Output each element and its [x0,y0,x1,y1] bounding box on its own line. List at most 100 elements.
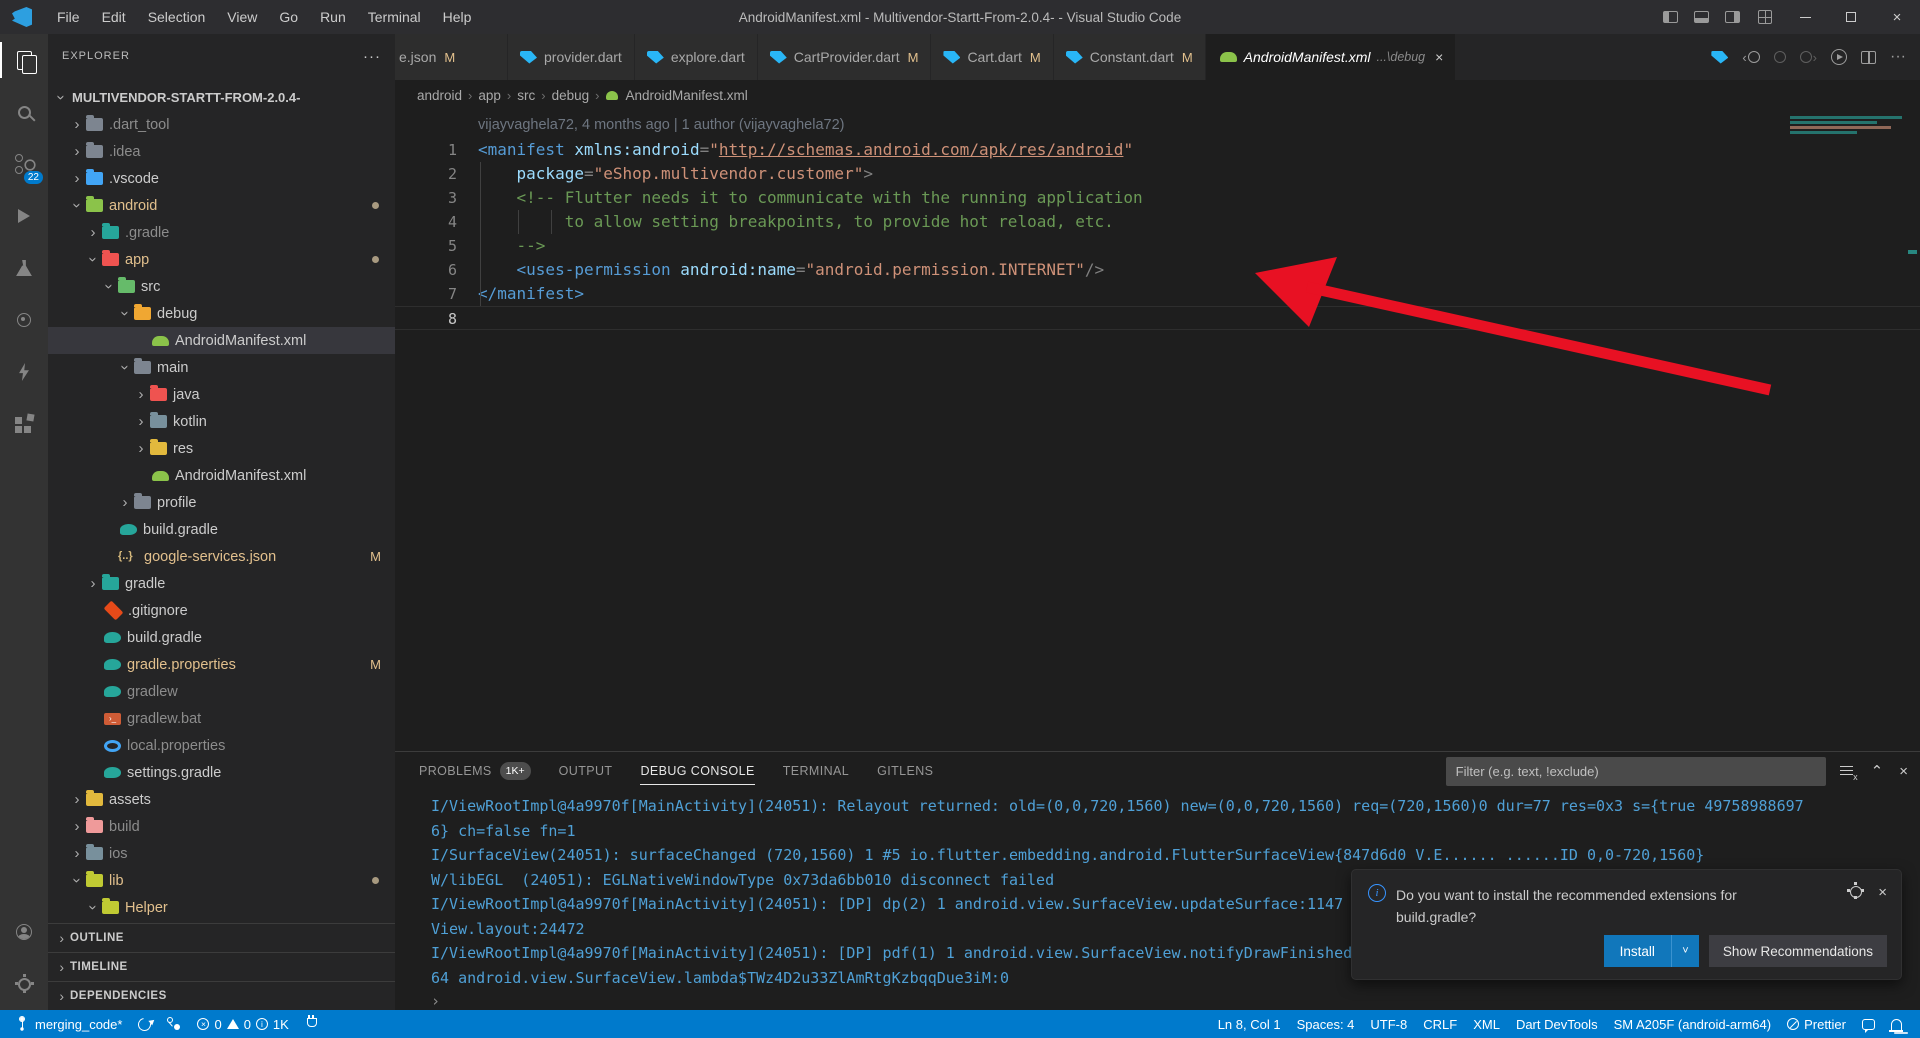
tab-explore.dart[interactable]: explore.dart [635,34,758,80]
git-branch-item[interactable]: merging_code* [10,1010,130,1038]
panel-tab-debug-console[interactable]: DEBUG CONSOLE [640,752,754,790]
tab-AndroidManifest.xml[interactable]: AndroidManifest.xml...\debug× [1206,34,1457,80]
menu-file[interactable]: File [46,0,91,34]
breadcrumb-item[interactable]: android [417,88,462,103]
tree-item-lib[interactable]: ›lib [48,867,395,894]
status-dart-devtools[interactable]: Dart DevTools [1508,1010,1606,1038]
tree-item-build[interactable]: ›build [48,813,395,840]
toggle-secondary-sidebar-icon[interactable] [1725,11,1740,23]
panel-tab-output[interactable]: OUTPUT [559,752,613,790]
minimap[interactable] [1790,116,1902,146]
tree-item-debug[interactable]: ›debug [48,300,395,327]
tree-item-google-services.json[interactable]: {..}google-services.jsonM [48,543,395,570]
tree-item-AndroidManifest.xml[interactable]: AndroidManifest.xml [48,327,395,354]
tree-item-build.gradle[interactable]: build.gradle [48,624,395,651]
console-filter-input[interactable]: Filter (e.g. text, !exclude) [1446,757,1826,786]
feedback-item[interactable] [1854,1010,1883,1038]
tree-item-java[interactable]: ›java [48,381,395,408]
tree-item-build.gradle[interactable]: build.gradle [48,516,395,543]
explorer-more-actions-icon[interactable]: ··· [363,48,381,65]
tree-item-gradle[interactable]: ›gradle [48,570,395,597]
menu-go[interactable]: Go [268,0,309,34]
breadcrumb-item[interactable]: src [517,88,535,103]
status-crlf[interactable]: CRLF [1415,1010,1465,1038]
notification-close-icon[interactable]: × [1878,884,1887,901]
activity-testing-icon[interactable] [0,242,48,294]
tab-CartProvider.dart[interactable]: CartProvider.dartM [758,34,932,80]
activity-search-icon[interactable] [0,86,48,138]
close-button[interactable]: × [1874,0,1920,34]
tab-Cart.dart[interactable]: Cart.dartM [931,34,1053,80]
menu-help[interactable]: Help [432,0,483,34]
activity-extensions-icon[interactable] [0,398,48,450]
minimize-button[interactable] [1782,0,1828,34]
breadcrumb-item[interactable]: app [478,88,501,103]
activity-account-icon[interactable] [0,906,48,958]
tree-item-src[interactable]: ›src [48,273,395,300]
tree-item-local.properties[interactable]: local.properties [48,732,395,759]
menu-view[interactable]: View [216,0,268,34]
tree-item-gradlew[interactable]: gradlew [48,678,395,705]
status-spaces-4[interactable]: Spaces: 4 [1289,1010,1363,1038]
tree-item-settings.gradle[interactable]: settings.gradle [48,759,395,786]
sidebar-section-outline[interactable]: ›OUTLINE [48,923,395,952]
tree-root[interactable]: ›MULTIVENDOR-STARTT-FROM-2.0.4- [48,84,395,111]
tree-item-app[interactable]: ›app [48,246,395,273]
notifications-item[interactable] [1883,1010,1910,1038]
status-ln-8-col-1[interactable]: Ln 8, Col 1 [1210,1010,1289,1038]
tab-provider.dart[interactable]: provider.dart [508,34,635,80]
close-panel-icon[interactable]: × [1899,763,1908,780]
next-change-icon[interactable]: › [1800,50,1817,65]
code-editor[interactable]: vijayvaghela72, 4 months ago | 1 author … [395,110,1920,751]
breadcrumb-item[interactable]: debug [552,88,590,103]
tree-item-profile[interactable]: ›profile [48,489,395,516]
panel-tab-terminal[interactable]: TERMINAL [783,752,849,790]
tree-item-ios[interactable]: ›ios [48,840,395,867]
prev-change-icon[interactable]: ‹ [1742,50,1759,65]
status-sm-a205f-android-arm64-[interactable]: SM A205F (android-arm64) [1606,1010,1780,1038]
tree-item-main[interactable]: ›main [48,354,395,381]
more-actions-icon[interactable]: ··· [1890,48,1906,66]
panel-tab-gitlens[interactable]: GITLENS [877,752,933,790]
run-icon[interactable] [1831,49,1847,65]
tab-close-icon[interactable]: × [1435,49,1443,65]
tree-item-AndroidManifest.xml[interactable]: AndroidManifest.xml [48,462,395,489]
filter-icon[interactable] [1840,765,1855,778]
activity-explorer-icon[interactable] [0,34,48,86]
install-button[interactable]: Install [1604,935,1671,967]
tab-e.json[interactable]: e.jsonM [395,34,508,80]
maximize-panel-icon[interactable]: ⌃ [1871,762,1884,780]
tree-item-Helper[interactable]: ›Helper [48,894,395,921]
dart-icon[interactable] [1711,51,1728,64]
debug-console-prompt[interactable]: › [395,990,1920,1010]
status-xml[interactable]: XML [1465,1010,1508,1038]
notification-settings-icon[interactable] [1850,886,1862,898]
customize-layout-icon[interactable] [1758,10,1772,24]
panel-tab-problems[interactable]: PROBLEMS1K+ [419,752,531,790]
debug-item[interactable] [297,1010,325,1038]
activity-settings-gear-icon[interactable] [0,958,48,1010]
tree-item-.idea[interactable]: ›.idea [48,138,395,165]
problems-summary[interactable]: × 0 0 i 1K [189,1010,296,1038]
tree-item-gradlew.bat[interactable]: ›_gradlew.bat [48,705,395,732]
tree-item-android[interactable]: ›android [48,192,395,219]
menu-run[interactable]: Run [309,0,357,34]
menu-edit[interactable]: Edit [91,0,137,34]
tree-item-.gradle[interactable]: ›.gradle [48,219,395,246]
sync-item[interactable] [130,1010,159,1038]
activity-gitlens-icon[interactable] [0,294,48,346]
activity-source-control-icon[interactable]: 22 [0,138,48,190]
split-editor-icon[interactable] [1861,51,1876,64]
sidebar-section-dependencies[interactable]: ›DEPENDENCIES [48,981,395,1010]
show-recommendations-button[interactable]: Show Recommendations [1709,935,1887,967]
install-dropdown-icon[interactable]: ˅ [1671,935,1699,967]
tree-item-gradle.properties[interactable]: gradle.propertiesM [48,651,395,678]
maximize-button[interactable] [1828,0,1874,34]
tree-item-.vscode[interactable]: ›.vscode [48,165,395,192]
toggle-panel-icon[interactable] [1694,11,1709,23]
activity-thunder-client-icon[interactable] [0,346,48,398]
graph-item[interactable] [159,1010,189,1038]
tree-item-.gitignore[interactable]: .gitignore [48,597,395,624]
status-utf-8[interactable]: UTF-8 [1362,1010,1415,1038]
tab-Constant.dart[interactable]: Constant.dartM [1054,34,1206,80]
